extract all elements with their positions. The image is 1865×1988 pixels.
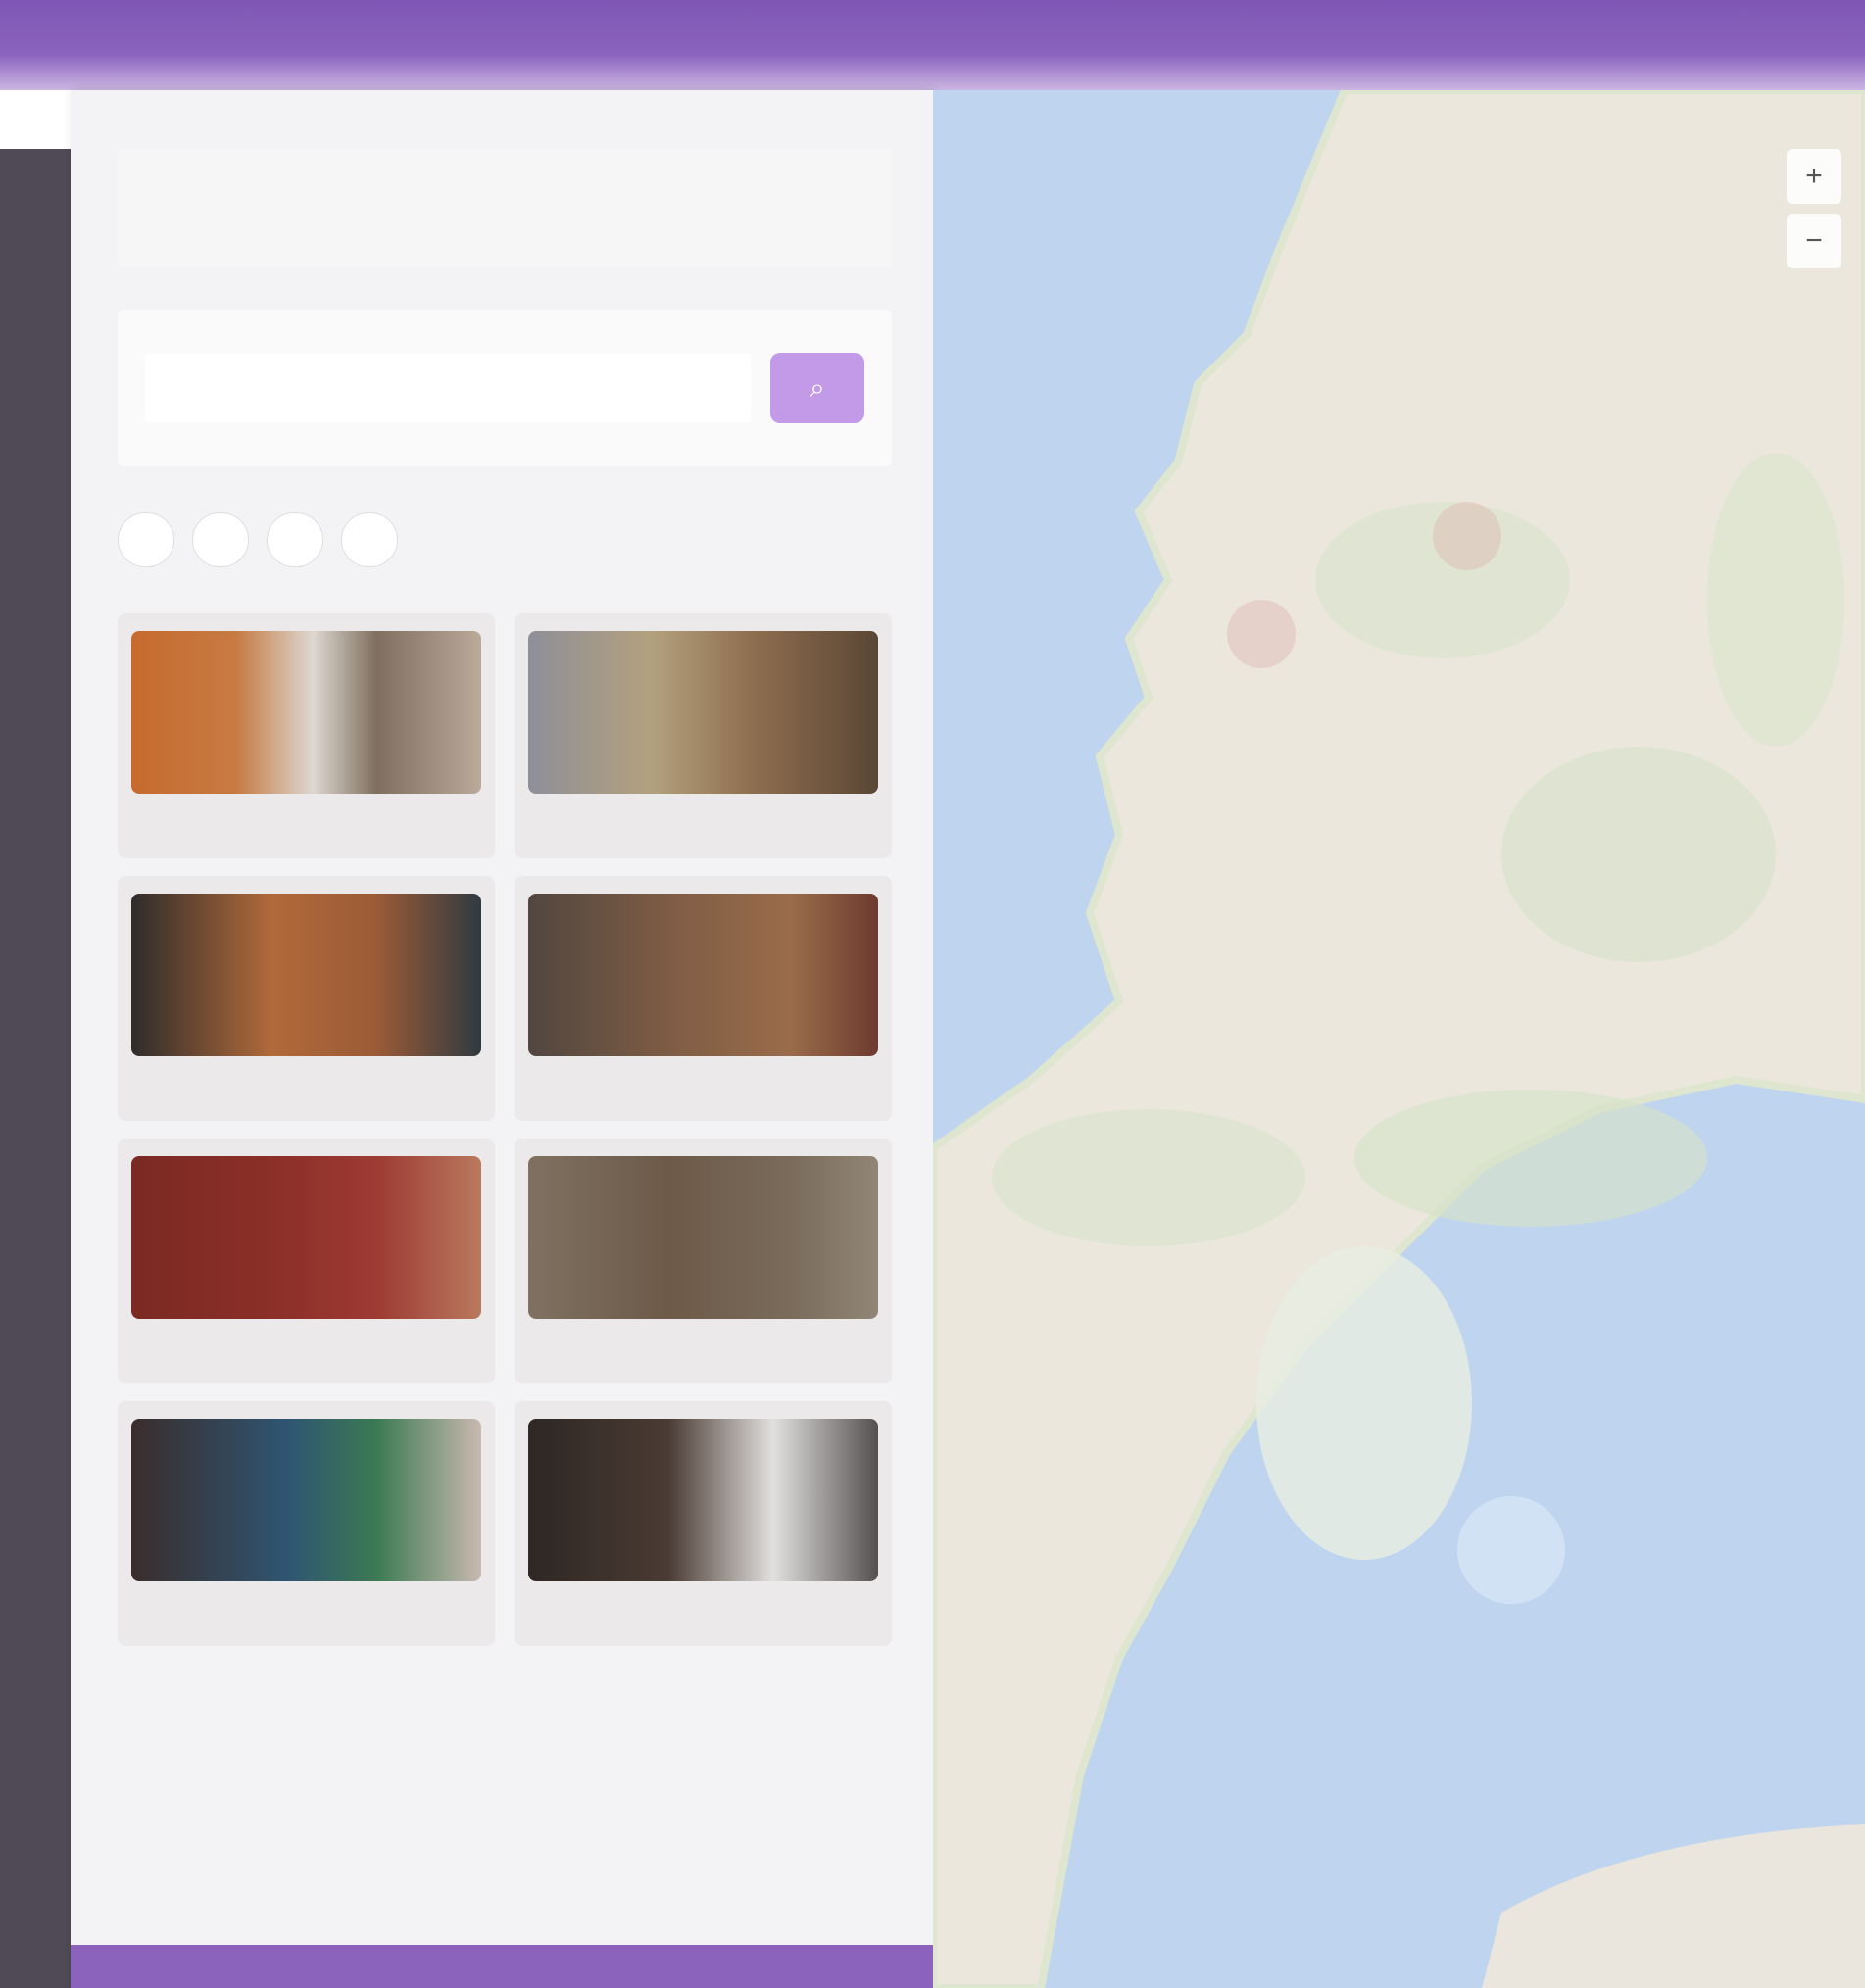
result-thumbnail	[131, 1419, 481, 1581]
map-marker[interactable]	[1433, 502, 1501, 570]
result-title	[530, 1068, 873, 1105]
filter-chip[interactable]	[192, 512, 249, 567]
filter-chip[interactable]	[118, 512, 174, 567]
result-card[interactable]	[118, 613, 495, 858]
search-button[interactable]: ⌕	[770, 353, 864, 423]
result-thumbnail	[131, 631, 481, 794]
result-card[interactable]	[515, 1401, 892, 1646]
result-card[interactable]	[515, 613, 892, 858]
search-header	[118, 149, 892, 267]
sidebar-footer-bar	[71, 1945, 933, 1988]
result-card[interactable]	[118, 1139, 495, 1383]
minus-icon: −	[1805, 224, 1823, 257]
filter-chip[interactable]	[341, 512, 398, 567]
results-grid	[118, 613, 892, 1646]
result-title	[133, 1593, 476, 1630]
left-rail	[0, 149, 71, 1988]
app-body: ⌕ + −	[0, 90, 1865, 1988]
result-card[interactable]	[118, 876, 495, 1121]
plus-icon: +	[1805, 160, 1823, 192]
filter-chip[interactable]	[267, 512, 323, 567]
result-thumbnail	[528, 894, 878, 1056]
result-title	[530, 805, 873, 843]
search-input[interactable]	[145, 354, 751, 422]
result-card[interactable]	[118, 1401, 495, 1646]
sidebar-inner: ⌕	[118, 149, 892, 1646]
filters-row	[118, 498, 892, 582]
map-zoom-controls: + −	[1787, 149, 1841, 268]
result-title	[530, 1593, 873, 1630]
result-thumbnail	[528, 1156, 878, 1319]
map-marker[interactable]	[1227, 600, 1296, 668]
top-app-bar	[0, 0, 1865, 90]
result-title	[133, 1068, 476, 1105]
search-icon: ⌕	[810, 371, 825, 403]
result-title	[133, 805, 476, 843]
results-sidebar: ⌕	[71, 90, 933, 1988]
map-view[interactable]: + −	[933, 90, 1865, 1988]
result-card[interactable]	[515, 876, 892, 1121]
result-thumbnail	[528, 631, 878, 794]
result-card[interactable]	[515, 1139, 892, 1383]
result-thumbnail	[131, 1156, 481, 1319]
result-title	[133, 1331, 476, 1368]
zoom-out-button[interactable]: −	[1787, 214, 1841, 268]
result-title	[530, 1331, 873, 1368]
map-canvas	[933, 90, 1865, 1988]
search-row: ⌕	[118, 310, 892, 466]
result-thumbnail	[131, 894, 481, 1056]
result-thumbnail	[528, 1419, 878, 1581]
zoom-in-button[interactable]: +	[1787, 149, 1841, 204]
